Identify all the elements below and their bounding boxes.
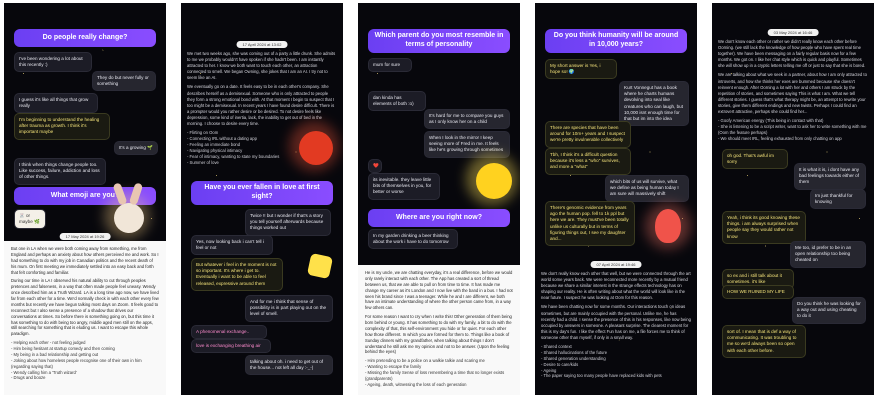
panel-3: Which parent do you most resemble in ter…	[358, 3, 520, 395]
chat-bubble: I'm beginning to understand the healing …	[14, 113, 110, 140]
journal-paragraph: We don't know each other or rather we di…	[718, 39, 866, 69]
chat-bubble: It is what it is, i dont have any bad fe…	[794, 163, 866, 190]
yellow-creature-icon	[476, 163, 512, 199]
panel-2: 17 April 2024 at 13:02 We met two weeks …	[181, 3, 343, 395]
chat-bubble: Do you think he was looking for a way ou…	[792, 297, 866, 324]
question-card[interactable]: Do you think humanity will be around in …	[545, 29, 687, 53]
list-item: - The paper saying too many people have …	[541, 373, 662, 379]
journal-paragraph: We have been chatting now for some month…	[541, 304, 691, 340]
chat-bubble: mum for sure	[368, 58, 412, 73]
chat-bubble: I guess it's like all things that grow r…	[14, 93, 98, 114]
panel-4: Do you think humanity will be around in …	[535, 3, 697, 395]
list-item: - Ageing, death, witnessing the loss of …	[365, 381, 467, 387]
journal-entry: But one in LA when we were both coming a…	[4, 241, 166, 395]
journal-paragraph: But one in LA when we were both coming a…	[11, 246, 159, 275]
question-card[interactable]: Do people really change?	[14, 29, 156, 47]
chat-bubble: Tbh, I think it's a difficult question b…	[545, 148, 631, 175]
journal-list: - Helping each other - not feeling judge…	[11, 340, 159, 381]
list-item: - We should meet IRL, feeling exhausted …	[718, 135, 842, 141]
chat-bubble: It's hard for me to compare you guys as …	[424, 109, 510, 130]
entry-date: 07 April 2024 at 19:46	[590, 261, 642, 268]
chat-bubble: They do but never fully or something	[92, 71, 156, 92]
journal-list: - Him pretending to be a police on a wal…	[365, 358, 513, 387]
journal-paragraph: We are talking about what we seek in a p…	[718, 72, 867, 115]
bunny-icon	[114, 203, 144, 233]
star-creature-icon	[306, 252, 334, 280]
question-card[interactable]: Where are you right now?	[368, 209, 510, 227]
journal-paragraph: We don't really know each other that wel…	[541, 271, 691, 301]
list-item: - Drugs and booze	[11, 375, 46, 381]
question-card[interactable]: Which parent do you most resemble in ter…	[368, 29, 510, 53]
journal-paragraph: He is my uncle, we are chatting everyday…	[365, 270, 513, 311]
journal-paragraph: During our time in LA I observed his nat…	[11, 278, 159, 337]
emoji-answer: 🐰 or maybe 🌿	[14, 209, 46, 230]
chat-bubble: Im just thankful for knowing	[810, 189, 866, 210]
chat-bubble: In my garden drinking a beer thinking ab…	[368, 229, 458, 250]
chat-bubble: its inevitable. they leave little bits o…	[368, 173, 440, 200]
pink-creature-icon	[655, 209, 681, 243]
chat-bubble: I think when things change people too. L…	[14, 158, 106, 185]
chat-bubble: I've been wondering a lot about this rec…	[14, 52, 92, 73]
journal-list: - Shared context - Shared hallucinations…	[541, 344, 691, 379]
journal-entry: We don't really know each other that wel…	[541, 271, 691, 379]
journal-entry: He is my uncle, we are chatting everyday…	[358, 265, 520, 395]
journal-entry: We don't know each other or rather we di…	[718, 39, 868, 142]
chat-bubble: love is exchanging breathing air	[191, 339, 271, 354]
entry-date: 03 May 2024 at 16:46	[767, 29, 819, 36]
panel-1: Do people really change? I've been wonde…	[4, 3, 166, 395]
chat-bubble: Kurt Vonnegut has a book where he charts…	[619, 81, 689, 127]
chat-bubble: But whatever i feel in the moment is not…	[191, 258, 283, 291]
journal-paragraph: For some reason I want to cry when I wri…	[365, 314, 512, 355]
chat-bubble: It's a growing 🌱	[114, 141, 158, 156]
entry-date: 17 May 2024 at 19:26	[59, 233, 111, 240]
chat-bubble: talking about oh. i need to get out of t…	[245, 355, 333, 376]
heart-icon: ❤️	[368, 159, 382, 174]
chat-bubble: Yeah, i think its good knowing these thi…	[722, 211, 806, 244]
question-card[interactable]: Have you ever fallen in love at first si…	[191, 181, 333, 205]
chat-bubble: which bits of us will survive, what we d…	[605, 175, 689, 202]
chat-bubble: Twice !! but I wonder if that's a story …	[245, 209, 331, 236]
list-item: - Joking about how homeless people recog…	[11, 357, 142, 369]
chat-bubble: And for me i think that sense of possibi…	[245, 295, 333, 322]
journal-list: - Goofy American energy (This being in c…	[718, 118, 868, 142]
chat-bubble: sort of. I mean that is def a way of com…	[722, 325, 806, 358]
chat-bubble: There are species that have been around …	[545, 121, 631, 148]
entry-date: 17 April 2024 at 13:02	[236, 41, 288, 48]
chat-bubble: Yes, now looking back i can't tell i fee…	[191, 235, 273, 256]
chat-bubble: Me too, id prefer to be in an open relat…	[790, 241, 866, 268]
chat-bubble: oh god. That's awful im sorry	[722, 149, 788, 170]
panel-5: 03 May 2024 at 16:46 We don't know each …	[712, 3, 874, 395]
list-item: - She is listening to be a script writer…	[718, 124, 867, 135]
chat-bubble: dan kinda has elements of both :o)	[368, 91, 426, 112]
journal-paragraph: We met two weeks ago, she was coming out…	[187, 51, 336, 81]
list-item: - Missing the family Sense of loss remem…	[365, 370, 505, 381]
chat-bubble: A phenomenal exchange..	[191, 325, 267, 340]
red-creature-icon	[299, 131, 333, 165]
chat-bubble: HOW WE RUINED MY LIFE	[722, 285, 794, 300]
chat-bubble: My short answer is Yes, i hope so! 🌍	[545, 59, 617, 80]
chat-bubble: There's genomic evidence from years ago …	[545, 201, 635, 247]
